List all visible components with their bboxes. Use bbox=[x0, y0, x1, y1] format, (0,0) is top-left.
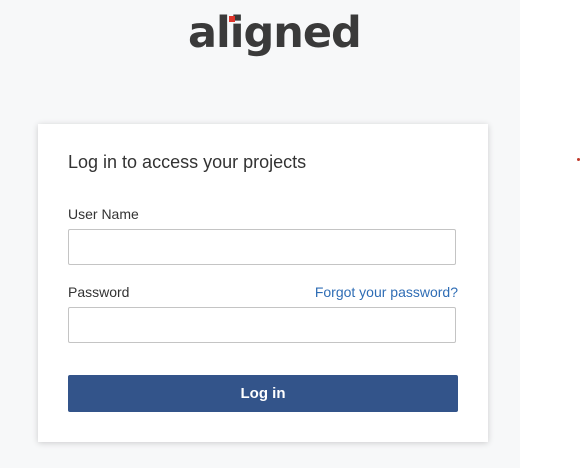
login-card: Log in to access your projects User Name… bbox=[38, 124, 488, 442]
login-button[interactable]: Log in bbox=[68, 375, 458, 412]
aligned-logo: aligned bbox=[188, 4, 362, 62]
password-input[interactable] bbox=[68, 307, 456, 343]
login-title: Log in to access your projects bbox=[68, 152, 307, 172]
forgot-password-link[interactable]: Forgot your password? bbox=[315, 284, 458, 300]
password-label: Password bbox=[68, 284, 130, 300]
login-pane: aligned Log in to access your projects U… bbox=[0, 0, 520, 468]
username-input[interactable] bbox=[68, 229, 456, 265]
logo-text: aligned bbox=[188, 8, 362, 58]
username-label: User Name bbox=[68, 206, 139, 222]
decorative-dot bbox=[577, 158, 580, 161]
logo-accent-mark bbox=[229, 16, 235, 22]
